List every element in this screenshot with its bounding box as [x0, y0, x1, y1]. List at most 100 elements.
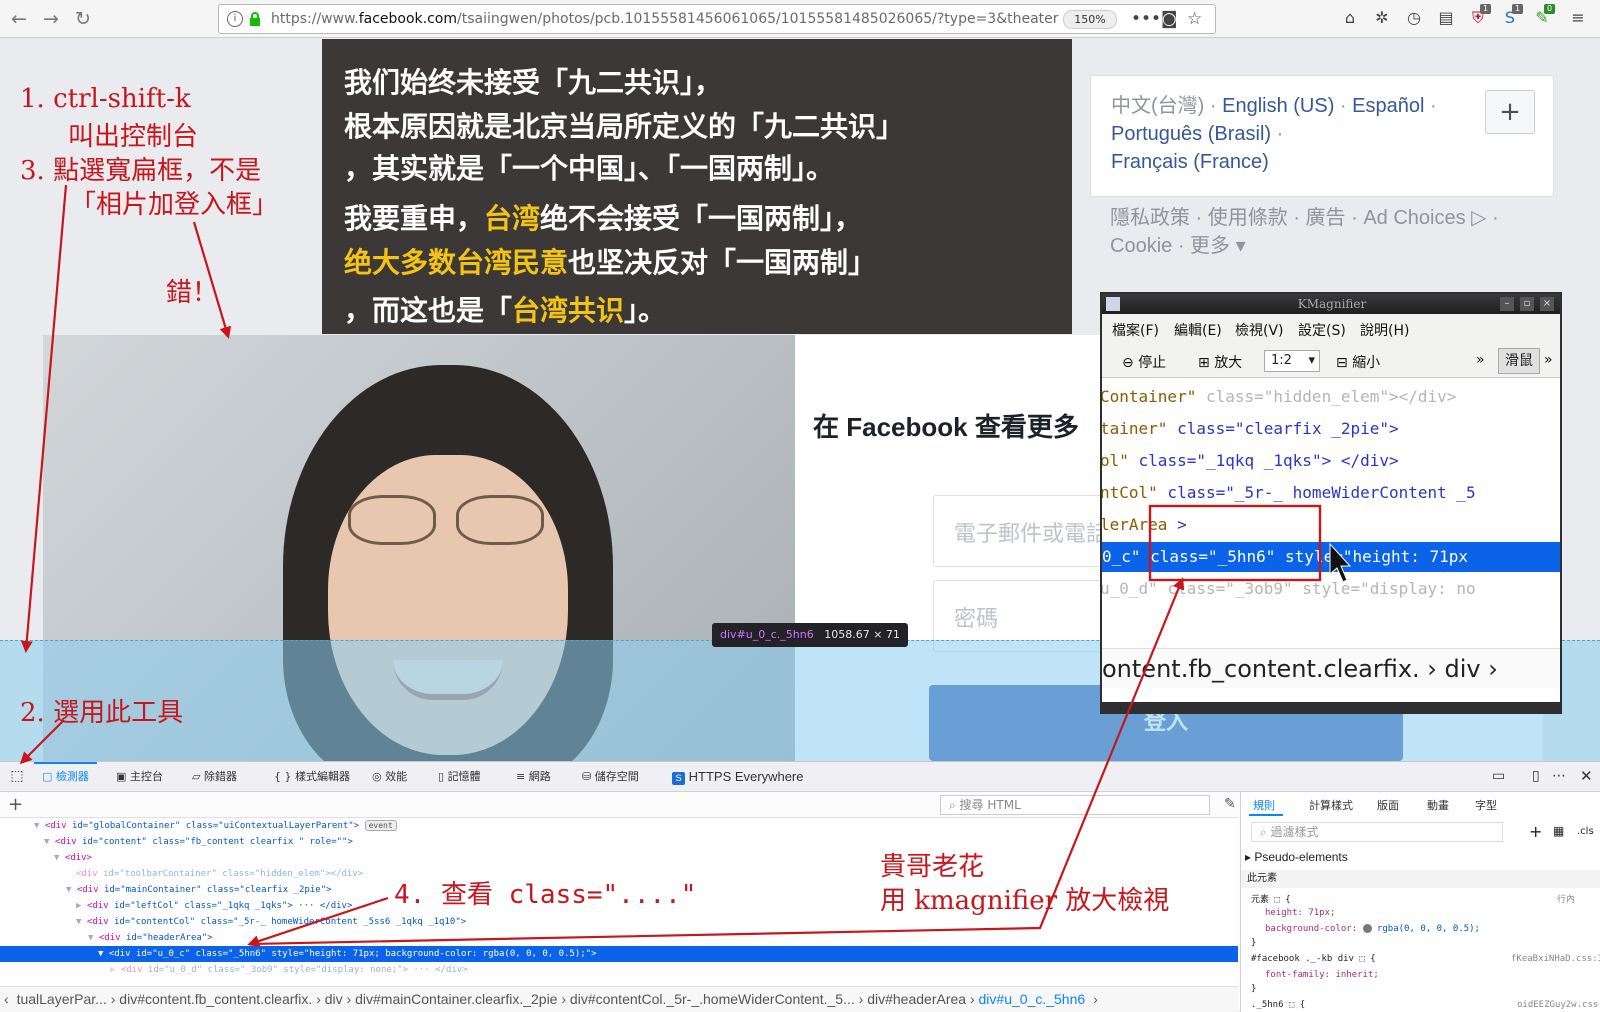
language-link-french[interactable]: Français (France) — [1111, 151, 1269, 173]
rule-declaration[interactable]: height: 71px; — [1265, 908, 1335, 918]
zoom-ratio-select[interactable]: 1:2 ▾ — [1264, 350, 1320, 372]
tab-animations[interactable]: 動畫 — [1427, 797, 1449, 813]
extension-s-icon[interactable]: S1 — [1500, 4, 1524, 28]
breadcrumb-item[interactable]: div#content.fb_content.clearfix. — [119, 991, 312, 1007]
site-info-icon[interactable]: i — [227, 11, 243, 27]
cls-toggle[interactable]: .cls — [1577, 826, 1594, 837]
markup-row[interactable]: ▼ <div id="content" class="fb_content cl… — [0, 834, 1238, 850]
close-icon[interactable]: × — [1540, 297, 1554, 311]
menu-view[interactable]: 檢視(V) — [1235, 320, 1284, 340]
eyedropper-icon[interactable]: ✎ — [1224, 796, 1236, 812]
magnified-line: Container" class="hidden_elem"></div> — [1102, 387, 1457, 406]
magnified-selected-line: 0_c" class="_5hn6" style="height: 71px — [1102, 542, 1560, 572]
language-link-spanish[interactable]: Español — [1352, 95, 1424, 117]
home-icon[interactable]: ⌂ — [1340, 8, 1360, 28]
zoom-in-button[interactable]: ⊞ 放大 — [1198, 352, 1242, 372]
kmagnifier-window: KMagnifier – ▫ × 檔案(F) 編輯(E) 檢視(V) 設定(S)… — [1100, 292, 1562, 714]
extension-leaf-icon[interactable]: ✎ 0 — [1532, 4, 1556, 28]
rule-declaration[interactable]: background-color: rgba(0, 0, 0, 0.5); — [1265, 924, 1480, 934]
toolbar-overflow-icon-2[interactable]: » — [1544, 352, 1553, 368]
tab-memory[interactable]: ▯ 記憶體 — [438, 762, 481, 792]
menu-help[interactable]: 說明(H) — [1360, 320, 1409, 340]
tab-https-everywhere[interactable]: S HTTPS Everywhere — [672, 762, 804, 792]
breadcrumb-item[interactable]: tualLayerPar... — [17, 991, 107, 1007]
split-console-icon[interactable]: ▯ — [1532, 762, 1540, 792]
pseudo-class-toggle-icon[interactable]: ▦ — [1553, 824, 1564, 838]
url-bar[interactable]: i https://www.facebook.com/tsaiingwen/ph… — [218, 4, 1216, 34]
more-languages-button[interactable]: + — [1485, 90, 1535, 134]
tab-network[interactable]: ≡ 網路 — [516, 762, 551, 792]
devtools-menu-icon[interactable]: ⋯ — [1552, 762, 1566, 792]
breadcrumb-item[interactable]: div — [325, 991, 343, 1007]
breadcrumb-item[interactable]: div#contentCol._5r-_.homeWiderContent._5… — [570, 991, 855, 1007]
add-rule-icon[interactable]: + — [1529, 822, 1542, 841]
tab-style-editor[interactable]: { } 樣式編輯器 — [274, 762, 350, 792]
kmagnifier-menubar: 檔案(F) 編輯(E) 檢視(V) 設定(S) 說明(H) — [1102, 314, 1560, 344]
devtools-close-icon[interactable]: ✕ — [1580, 762, 1593, 792]
rule-source[interactable]: fKeaBxiNHaD.css:32 — [1511, 954, 1600, 964]
markup-row[interactable]: ▶ <div id="u_0_d" class="_3ob9" style="d… — [0, 962, 1238, 978]
tab-computed[interactable]: 計算樣式 — [1309, 797, 1353, 813]
html-search-input[interactable]: ⌕ 搜尋 HTML — [940, 795, 1210, 815]
color-swatch[interactable] — [1362, 924, 1372, 933]
footer-links[interactable]: 隱私政策 · 使用條款 · 廣告 · Ad Choices ▷ · Cookie… — [1110, 204, 1580, 260]
markup-row-selected[interactable]: ▼ <div id="u_0_c" class="_5hn6" style="h… — [0, 946, 1238, 962]
tab-storage[interactable]: ⛁ 儲存空間 — [582, 762, 639, 792]
tab-rules[interactable]: 規則 — [1253, 797, 1275, 813]
rule-declaration[interactable]: font-family: inherit; — [1265, 970, 1379, 980]
bookmark-star-icon[interactable]: ☆ — [1187, 9, 1202, 29]
library-icon[interactable]: ▤ — [1436, 8, 1456, 28]
zoom-level-badge[interactable]: 150% — [1063, 10, 1117, 29]
reload-icon[interactable]: ↻ — [70, 6, 96, 32]
breadcrumb-scroll-right-icon[interactable]: › — [1089, 991, 1102, 1007]
breadcrumb-scroll-left-icon[interactable]: ‹ — [0, 991, 13, 1007]
kmagnifier-toolbar: ⊖ 停止 ⊞ 放大 1:2 ▾ ⊟ 縮小 » 滑鼠 » — [1102, 344, 1560, 378]
footer-links-line-2[interactable]: Cookie · 更多 ▾ — [1110, 232, 1580, 260]
settings-gear-icon[interactable]: ✲ — [1372, 8, 1392, 28]
follow-mouse-button[interactable]: 滑鼠 — [1498, 348, 1540, 374]
breadcrumb-item[interactable]: div#headerArea — [867, 991, 966, 1007]
add-node-icon[interactable]: + — [8, 794, 23, 815]
event-badge[interactable]: event — [364, 820, 397, 831]
hamburger-menu-icon[interactable]: ≡ — [1568, 8, 1588, 28]
tab-layout[interactable]: 版面 — [1377, 797, 1399, 813]
url-text[interactable]: https://www.facebook.com/tsaiingwen/phot… — [271, 11, 1059, 27]
pseudo-elements-toggle[interactable]: ▸ Pseudo-elements — [1245, 850, 1348, 864]
menu-settings[interactable]: 設定(S) — [1298, 320, 1346, 340]
footer-links-line-1[interactable]: 隱私政策 · 使用條款 · 廣告 · Ad Choices ▷ · — [1110, 204, 1580, 232]
tab-inspector[interactable]: ▢ 檢測器 — [34, 762, 97, 792]
rule-source[interactable]: oidEEZGuy2w.css:6 — [1517, 1000, 1600, 1010]
menu-edit[interactable]: 編輯(E) — [1174, 320, 1222, 340]
maximize-icon[interactable]: ▫ — [1520, 297, 1534, 311]
ublock-icon[interactable]: ⛨ 1 — [1468, 4, 1492, 28]
tab-console[interactable]: ▣ 主控台 — [116, 762, 163, 792]
back-icon[interactable]: ← — [6, 6, 32, 32]
tab-fonts[interactable]: 字型 — [1475, 797, 1497, 813]
page-actions-icon[interactable]: ••• — [1131, 9, 1161, 29]
language-list: 中文(台灣) · English (US) · Español · Portug… — [1111, 95, 1437, 173]
toolbar-overflow-icon[interactable]: » — [1476, 352, 1485, 368]
history-clock-icon[interactable]: ◷ — [1404, 8, 1424, 28]
breadcrumb-item[interactable]: div#mainContainer.clearfix._2pie — [355, 991, 557, 1007]
kmagnifier-titlebar[interactable]: KMagnifier — [1102, 294, 1560, 314]
element-picker-icon[interactable]: ⬚ — [6, 762, 28, 792]
markup-row[interactable]: ▼ <div> — [0, 850, 1238, 866]
filter-styles-input[interactable]: ⌕ 過濾樣式 — [1251, 822, 1503, 842]
pocket-icon[interactable]: ◙ — [1161, 9, 1178, 29]
devtools-tabbar: ⬚ ▢ 檢測器 ▣ 主控台 ▱ 除錯器 { } 樣式編輯器 ◎ 效能 ▯ 記憶體… — [0, 762, 1600, 792]
markup-row[interactable]: ▼ <div id="headerArea"> — [0, 930, 1238, 946]
tab-debugger[interactable]: ▱ 除錯器 — [192, 762, 237, 792]
minimize-icon[interactable]: – — [1500, 297, 1514, 311]
markup-row[interactable]: ▼ <div id="globalContainer" class="uiCon… — [0, 818, 1238, 834]
language-link-english[interactable]: English (US) — [1222, 95, 1334, 117]
forward-icon[interactable]: → — [38, 6, 64, 32]
menu-file[interactable]: 檔案(F) — [1112, 320, 1159, 340]
stop-button[interactable]: ⊖ 停止 — [1122, 352, 1166, 372]
breadcrumb-item-current[interactable]: div#u_0_c._5hn6 — [979, 991, 1086, 1007]
zoom-out-button[interactable]: ⊟ 縮小 — [1336, 352, 1380, 372]
dock-side-icon[interactable]: ▭ — [1492, 762, 1505, 792]
rule-source: 行內 — [1557, 895, 1576, 905]
post-photo: 我们始终未接受「九二共识」， 根本原因就是北京当局所定义的「九二共识」 ，其实就… — [322, 39, 1072, 334]
language-link-portuguese[interactable]: Português (Brasil) — [1111, 123, 1271, 145]
tab-performance[interactable]: ◎ 效能 — [372, 762, 407, 792]
